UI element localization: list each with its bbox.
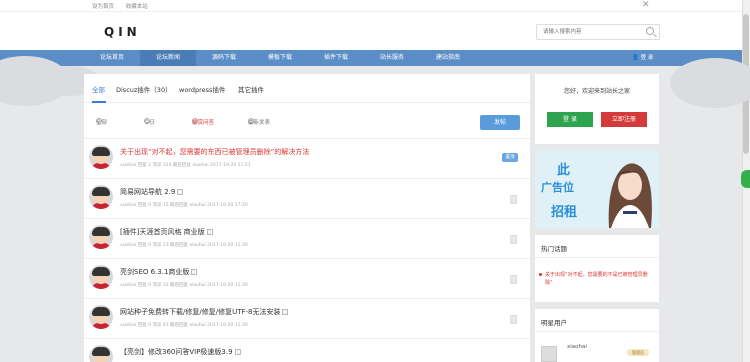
hot-topics-title: 热门话题 xyxy=(541,245,567,253)
thread-meta: xiaohai 回复 0 浏览 41 最后回复 xiaohai 2017-10-… xyxy=(120,323,248,328)
star-users-panel: 明星用户 xiaohai 管理员 xyxy=(535,309,659,362)
main-nav: 论坛首页 论坛新闻 源码下载 模板下载 插件下载 站长服务 建站指南 👤 登 录 xyxy=(0,50,742,66)
filter-latest-label: 最新发表 xyxy=(248,120,271,126)
image-icon xyxy=(206,229,213,235)
search-box xyxy=(536,24,660,40)
file-icon xyxy=(510,195,517,204)
thread-title[interactable]: 关于出现“对不起，您需要的东西已被管理员删除”的解决方法 xyxy=(120,147,309,157)
file-icon xyxy=(510,275,517,284)
site-logo[interactable]: QIN xyxy=(104,25,141,39)
panel-divider xyxy=(535,257,659,258)
ad-model-image xyxy=(608,163,652,228)
filter-all-label: 全部 xyxy=(96,120,108,126)
user-name[interactable]: xiaohai xyxy=(567,344,587,350)
welcome-panel: 您好，欢迎来到站长之家 登 录 立即注册 xyxy=(535,74,659,144)
header: QIN xyxy=(0,12,742,50)
thread-title-text: 【亮剑】修改360问答VIP极速版3.9 xyxy=(120,348,233,356)
welcome-text: 您好，欢迎来到站长之家 xyxy=(563,88,630,95)
avatar[interactable] xyxy=(89,345,113,362)
avatar[interactable] xyxy=(89,265,113,289)
nav-item-templates[interactable]: 模板下载 xyxy=(252,50,308,66)
user-badge: 管理员 xyxy=(627,349,649,356)
login-button[interactable]: 登 录 xyxy=(547,112,593,127)
set-homepage-link[interactable]: 设为首页 xyxy=(92,4,114,10)
nav-item-source[interactable]: 源码下载 xyxy=(196,50,252,66)
file-icon xyxy=(510,315,517,324)
hot-topic-text: 关于出现“对不起，您需要的不是已被管理员删除” xyxy=(545,272,648,286)
sticky-badge: 置顶 xyxy=(502,153,518,162)
image-icon xyxy=(234,349,241,355)
panel-divider xyxy=(535,331,659,332)
search-input[interactable] xyxy=(537,25,637,39)
search-icon[interactable] xyxy=(646,27,654,35)
register-button[interactable]: 立即注册 xyxy=(601,112,647,127)
thread-title[interactable]: [插件]天涯首页风格 商业版 xyxy=(120,227,213,237)
ad-banner[interactable]: 此 广告位 招租 xyxy=(535,151,659,228)
file-icon xyxy=(510,235,517,244)
thread-meta: xiaohai 回复 2 浏览 314 最后回复 xiaohai 2017-10… xyxy=(120,163,251,168)
star-users-title: 明星用户 xyxy=(541,319,567,327)
thread-meta: xiaohai 回复 0 浏览 23 最后回复 xiaohai 2017-10-… xyxy=(120,243,248,248)
ad-text-3: 招租 xyxy=(551,205,578,220)
thread-title-text: 亮剑SEO 6.3.1商业版 xyxy=(120,268,190,276)
table-row[interactable]: 简易网站导航 2.9 xiaohai 回复 0 浏览 15 最后回复 xiaoh… xyxy=(84,179,530,219)
thread-list-panel: 全部 Discuz插件（30） wordpress插件 其它插件 全部 今日 悬… xyxy=(84,74,530,362)
thread-title[interactable]: 亮剑SEO 6.3.1商业版 xyxy=(120,267,198,277)
image-icon xyxy=(177,189,184,195)
bullet-icon xyxy=(539,273,542,276)
thread-title-text: 简易网站导航 2.9 xyxy=(120,188,176,196)
thread-title-text: [插件]天涯首页风格 商业版 xyxy=(120,228,205,236)
avatar[interactable] xyxy=(89,225,113,249)
nav-item-services[interactable]: 站长服务 xyxy=(364,50,420,66)
image-icon xyxy=(191,269,198,275)
filter-today-label: 今日 xyxy=(144,120,156,126)
floating-contact-icon[interactable] xyxy=(741,170,750,188)
avatar[interactable] xyxy=(89,185,113,209)
avatar[interactable] xyxy=(541,346,557,362)
nav-item-plugins[interactable]: 插件下载 xyxy=(308,50,364,66)
close-icon[interactable]: ✕ xyxy=(642,0,650,10)
thread-title-text: 网站种子免费转下载/修复/修复/修复UTF-8无法安装 xyxy=(120,308,281,316)
filter-bounty-label: 悬赏问答 xyxy=(192,120,215,126)
nav-item-news[interactable]: 论坛新闻 xyxy=(140,50,196,66)
bookmark-link[interactable]: 收藏本站 xyxy=(126,4,148,10)
thread-title[interactable]: 【亮剑】修改360问答VIP极速版3.9 xyxy=(120,347,241,357)
nav-item-home[interactable]: 论坛首页 xyxy=(84,50,140,66)
avatar[interactable] xyxy=(89,305,113,329)
image-icon xyxy=(282,309,289,315)
table-row[interactable]: 关于出现“对不起，您需要的东西已被管理员删除”的解决方法 xiaohai 回复 … xyxy=(84,139,530,179)
nav-login[interactable]: 👤 登 录 xyxy=(632,50,653,66)
top-links: 设为首页 收藏本站 xyxy=(92,2,158,10)
tab-wordpress[interactable]: wordpress插件 xyxy=(179,84,225,94)
table-row[interactable]: 亮剑SEO 6.3.1商业版 xiaohai 回复 0 浏览 31 最后回复 x… xyxy=(84,259,530,299)
cloud-decoration xyxy=(670,58,750,108)
hot-topics-panel: 热门话题 关于出现“对不起，您需要的不是已被管理员删除” xyxy=(535,235,659,302)
hot-topic-link[interactable]: 关于出现“对不起，您需要的不是已被管理员删除” xyxy=(539,271,653,287)
tab-other[interactable]: 其它插件 xyxy=(238,84,264,94)
user-icon: 👤 xyxy=(632,55,639,61)
avatar[interactable] xyxy=(89,145,113,169)
tab-all[interactable]: 全部 xyxy=(92,84,105,94)
thread-meta: xiaohai 回复 0 浏览 15 最后回复 xiaohai 2017-10-… xyxy=(120,203,248,208)
table-row[interactable]: 【亮剑】修改360问答VIP极速版3.9 xyxy=(84,339,530,362)
table-row[interactable]: 网站种子免费转下载/修复/修复/修复UTF-8无法安装 xiaohai 回复 0… xyxy=(84,299,530,339)
table-row[interactable]: [插件]天涯首页风格 商业版 xiaohai 回复 0 浏览 23 最后回复 x… xyxy=(84,219,530,259)
thread-meta: xiaohai 回复 0 浏览 31 最后回复 xiaohai 2017-10-… xyxy=(120,283,248,288)
ad-text-1: 此 xyxy=(557,163,571,178)
login-label: 登 录 xyxy=(640,55,654,61)
active-tab-indicator xyxy=(92,101,106,103)
thread-title[interactable]: 简易网站导航 2.9 xyxy=(120,187,184,197)
ad-text-2: 广告位 xyxy=(541,181,574,194)
nav-item-guide[interactable]: 建站指南 xyxy=(420,50,476,66)
tab-discuz[interactable]: Discuz插件（30） xyxy=(116,84,172,94)
thread-title[interactable]: 网站种子免费转下载/修复/修复/修复UTF-8无法安装 xyxy=(120,307,289,317)
new-post-button[interactable]: 发帖 xyxy=(480,115,520,130)
tab-divider xyxy=(84,102,530,103)
top-bar: 设为首页 收藏本站 ✕ xyxy=(0,0,742,12)
